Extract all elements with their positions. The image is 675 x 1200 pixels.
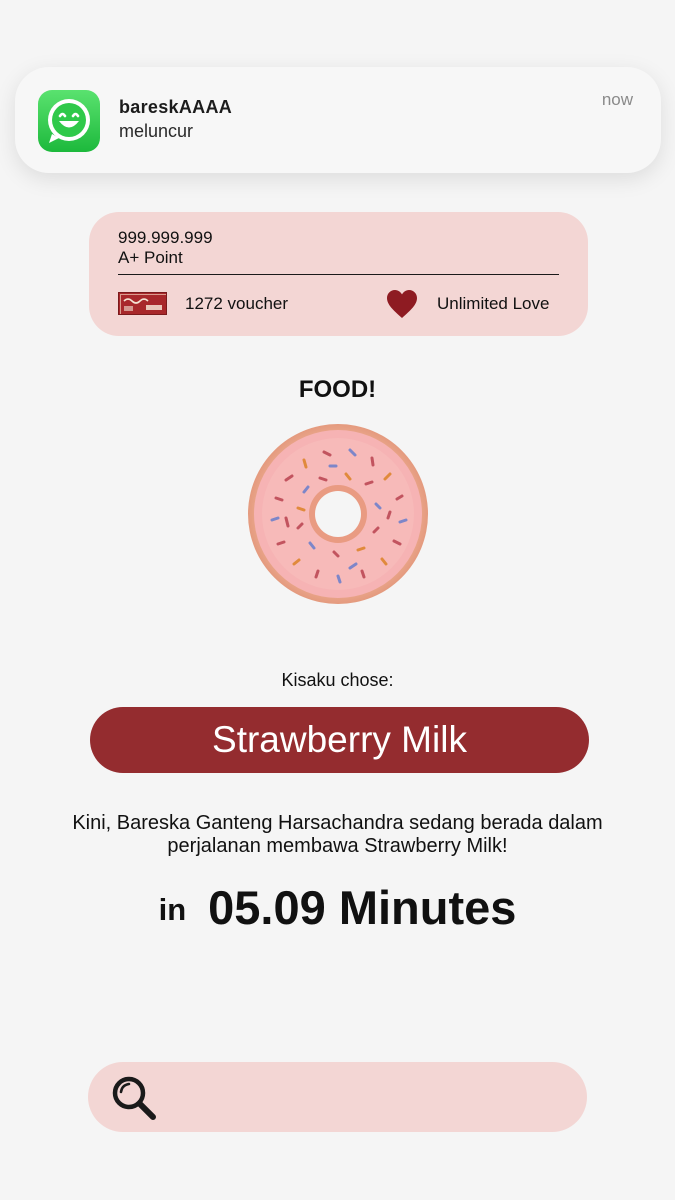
eta-value: 05.09 Minutes [208, 881, 517, 934]
notification-title: bareskAAAA [119, 97, 233, 117]
points-label: A+ Point [118, 248, 183, 267]
notification-body: meluncur [119, 121, 194, 141]
food-title: FOOD! [298, 376, 377, 403]
notification-banner[interactable]: bareskAAAA meluncur now [15, 67, 661, 173]
heart-icon[interactable] [386, 289, 418, 319]
search-icon[interactable] [109, 1073, 159, 1123]
search-bar[interactable] [88, 1062, 587, 1132]
points-value: 999.999.999 [118, 228, 213, 247]
delivery-status-message: Kini, Bareska Ganteng Harsachandra sedan… [72, 812, 603, 857]
search-input[interactable] [172, 1076, 566, 1120]
divider [118, 274, 559, 275]
notification-time: now [601, 90, 633, 109]
eta-prefix: in [158, 892, 187, 927]
strawberry-milk-button[interactable]: Strawberry Milk [90, 707, 589, 773]
points-card[interactable]: 999.999.999 A+ Point 1272 voucher Unlimi… [89, 212, 588, 336]
eta: in 05.09 Minutes [0, 880, 675, 935]
whatsapp-smiley-icon [38, 90, 100, 152]
donut-icon [246, 422, 430, 606]
voucher-count: 1272 voucher [185, 294, 289, 313]
chose-label: Kisaku chose: [281, 670, 394, 690]
discount-ticket-icon[interactable] [118, 292, 167, 315]
love-label: Unlimited Love [437, 294, 550, 313]
